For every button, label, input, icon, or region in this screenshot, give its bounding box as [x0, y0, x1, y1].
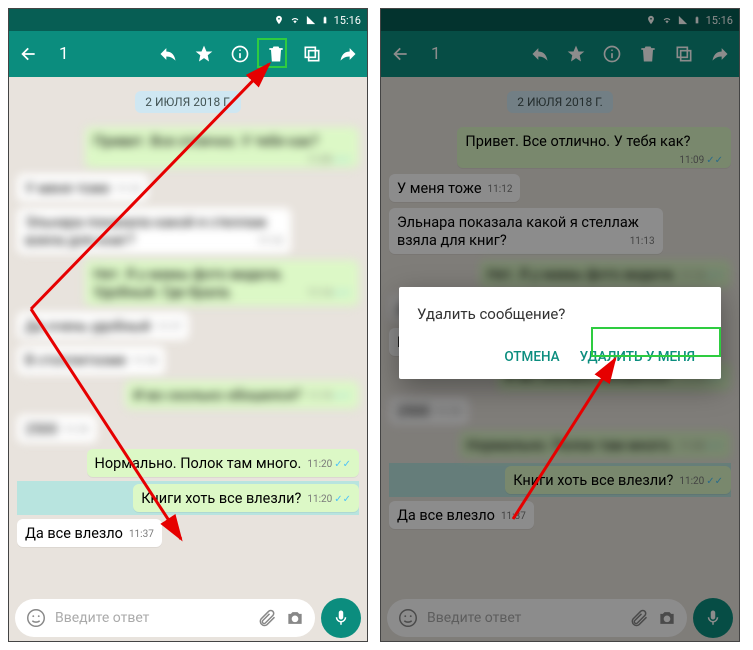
delete-dialog: Удалить сообщение? ОТМЕНА УДАЛИТЬ У МЕНЯ — [399, 287, 721, 379]
wifi-icon — [289, 15, 301, 25]
date-chip: 2 ИЮЛЯ 2018 Г. — [135, 91, 240, 113]
dialog-cancel-button[interactable]: ОТМЕНА — [496, 341, 567, 373]
input-bar: Введите ответ — [9, 595, 367, 641]
message-out[interactable]: Нет. Я у мамы фото видела. Удобный. Где … — [85, 260, 359, 306]
dialog-title: Удалить сообщение? — [417, 305, 703, 323]
right-phone: 15:16 1 2 ИЮЛЯ 2018 Г. Привет. Все отлич… — [380, 8, 740, 642]
message-in[interactable]: У меня тоже11:12 — [17, 174, 148, 202]
copy-icon[interactable] — [301, 43, 323, 65]
message-in[interactable]: Эльнара показала какой я стеллаж взяла д… — [17, 208, 291, 254]
delete-icon[interactable] — [265, 43, 287, 65]
selection-count: 1 — [59, 44, 69, 64]
message-in[interactable]: В стоплитхоме11:18 — [17, 346, 165, 374]
status-time: 15:16 — [334, 14, 361, 27]
dialog-delete-button[interactable]: УДАЛИТЬ У МЕНЯ — [572, 341, 703, 373]
back-icon[interactable] — [17, 43, 39, 65]
emoji-icon[interactable] — [25, 607, 47, 629]
signal-icon — [306, 15, 316, 25]
info-icon[interactable] — [229, 43, 251, 65]
message-out[interactable]: Привет. Все отлично. У тебя как?11:09✓✓ — [85, 127, 359, 168]
message-out[interactable]: И во сколько обошелся?11:19✓✓ — [125, 381, 359, 409]
message-out[interactable]: Нормально. Полок там много.11:20✓✓ — [87, 449, 360, 477]
chat-area: 2 ИЮЛЯ 2018 Г. Привет. Все отлично. У те… — [9, 77, 367, 595]
battery-icon — [321, 14, 329, 26]
mic-button[interactable] — [321, 598, 361, 638]
message-in[interactable]: Да очень удобный11:17 — [17, 312, 189, 340]
left-phone: 15:16 1 2 ИЮЛЯ 2018 Г. Привет. Все отлич… — [8, 8, 368, 642]
status-bar: 15:16 — [9, 9, 367, 31]
message-out-selected[interactable]: Книги хоть все влезли?11:20✓✓ — [133, 484, 359, 512]
message-in[interactable]: Да все влезло11:37 — [17, 519, 162, 547]
reply-icon[interactable] — [157, 43, 179, 65]
selection-toolbar: 1 — [9, 31, 367, 77]
forward-icon[interactable] — [337, 43, 359, 65]
message-in[interactable]: 250011:19 — [17, 415, 97, 443]
star-icon[interactable] — [193, 43, 215, 65]
message-input[interactable]: Введите ответ — [15, 599, 315, 637]
camera-icon[interactable] — [285, 608, 305, 628]
location-icon — [274, 15, 284, 25]
attach-icon[interactable] — [257, 608, 277, 628]
input-placeholder: Введите ответ — [55, 610, 249, 626]
